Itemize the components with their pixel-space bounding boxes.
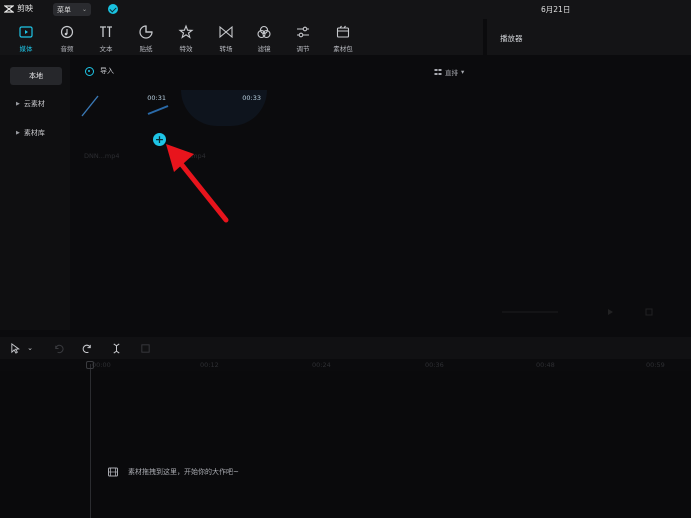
date-label: 6月21日: [541, 5, 571, 14]
sync-status-icon[interactable]: [108, 4, 118, 14]
ruler-tick-label: 00:59: [646, 361, 665, 369]
app-name: 剪映: [17, 4, 33, 13]
menu-button[interactable]: 菜单 ⌄: [53, 3, 91, 16]
sort-control[interactable]: 直排 ▾: [434, 67, 464, 77]
redo-icon[interactable]: [81, 342, 93, 354]
drop-hint-text: 素材拖拽到这里，开始你的大作吧~: [128, 468, 239, 476]
sidebar-item-library[interactable]: ▶ 素材库: [10, 124, 62, 142]
tab-adjust-label: 调节: [296, 45, 310, 53]
clip-file-name: DNN...mp4: [84, 152, 120, 160]
player-title: 播放器: [500, 34, 523, 43]
tab-sticker[interactable]: 贴纸: [128, 22, 164, 54]
tab-audio-label: 音频: [60, 45, 74, 53]
sidebar-item-local[interactable]: 本地: [10, 67, 62, 85]
caret-right-icon: ▶: [16, 130, 20, 136]
media-sidebar: 本地 ▶ 云素材 ▶ 素材库: [0, 55, 70, 330]
player-panel: [487, 55, 691, 330]
playhead-handle[interactable]: [86, 361, 94, 369]
sidebar-item-label: 素材库: [23, 129, 45, 137]
menu-label: 菜单: [57, 5, 71, 14]
split-icon[interactable]: [110, 342, 122, 354]
audio-icon: [60, 25, 74, 39]
title-bar: 剪映 菜单 ⌄ 6月21日: [0, 0, 691, 19]
chevron-down-icon[interactable]: ⌄: [24, 342, 36, 354]
select-pointer-icon[interactable]: [9, 342, 21, 354]
app-logo: 剪映: [4, 3, 33, 14]
import-label: 导入: [100, 67, 114, 75]
tab-asset-pack-label: 素材包: [333, 45, 353, 53]
media-clip[interactable]: 00:31: [80, 90, 170, 126]
red-arrow-annotation: [166, 144, 229, 223]
playhead[interactable]: [90, 364, 91, 518]
sidebar-item-cloud[interactable]: ▶ 云素材: [10, 95, 62, 113]
player-header: 播放器: [487, 19, 691, 55]
tab-filter-label: 滤镜: [257, 45, 271, 53]
tab-asset-pack[interactable]: 素材包: [325, 22, 361, 54]
undo-icon[interactable]: [52, 342, 64, 354]
sticker-icon: [139, 25, 153, 39]
tab-transition[interactable]: 转场: [208, 22, 244, 54]
caret-right-icon: ▶: [16, 101, 20, 107]
tab-sticker-label: 贴纸: [139, 45, 153, 53]
tab-transition-label: 转场: [219, 45, 233, 53]
asset-pack-icon: [336, 25, 350, 38]
main-toolbar: 媒体 音频 文本 贴纸 特效 转场 滤镜 调节 素材包: [0, 19, 483, 55]
import-button[interactable]: 导入: [85, 66, 114, 76]
tab-text[interactable]: 文本: [88, 22, 124, 54]
clip-duration: 00:33: [242, 94, 261, 102]
timeline-track-area[interactable]: [0, 371, 691, 518]
tab-media-label: 媒体: [19, 45, 33, 53]
tab-effects[interactable]: 特效: [168, 22, 204, 54]
ruler-tick-label: 00:36: [425, 361, 444, 369]
text-icon: [100, 26, 112, 37]
tab-adjust[interactable]: 调节: [285, 22, 321, 54]
import-icon: [85, 66, 94, 76]
ruler-tick-label: 00:24: [312, 361, 331, 369]
sidebar-item-label: 本地: [29, 72, 43, 80]
filter-icon: [257, 25, 271, 39]
delete-icon[interactable]: [139, 342, 151, 354]
player-controls: [502, 308, 653, 316]
sidebar-item-label: 云素材: [23, 100, 45, 108]
sort-label: 直排: [445, 69, 458, 77]
tab-effects-label: 特效: [179, 45, 193, 53]
ruler-tick-label: 00:12: [200, 361, 219, 369]
ruler-tick-label: 00:48: [536, 361, 555, 369]
chevron-down-icon: ⌄: [81, 6, 87, 13]
tab-text-label: 文本: [99, 45, 113, 53]
clip-duration: 00:31: [147, 94, 166, 102]
timeline-drop-hint: 素材拖拽到这里，开始你的大作吧~: [108, 467, 239, 477]
sort-icon: [434, 69, 442, 75]
effects-icon: [178, 24, 194, 39]
tab-filter[interactable]: 滤镜: [246, 22, 282, 54]
film-icon: [108, 467, 118, 477]
timeline-toolbar: [0, 337, 691, 359]
tab-audio[interactable]: 音频: [49, 22, 85, 54]
chevron-down-icon: ▾: [461, 68, 465, 76]
ruler-tick-label: 00:00: [92, 361, 111, 369]
tab-media[interactable]: 媒体: [8, 22, 44, 54]
capcut-logo-icon: [4, 4, 14, 13]
adjust-icon: [297, 26, 309, 38]
media-icon: [19, 26, 33, 38]
transition-icon: [219, 25, 233, 39]
